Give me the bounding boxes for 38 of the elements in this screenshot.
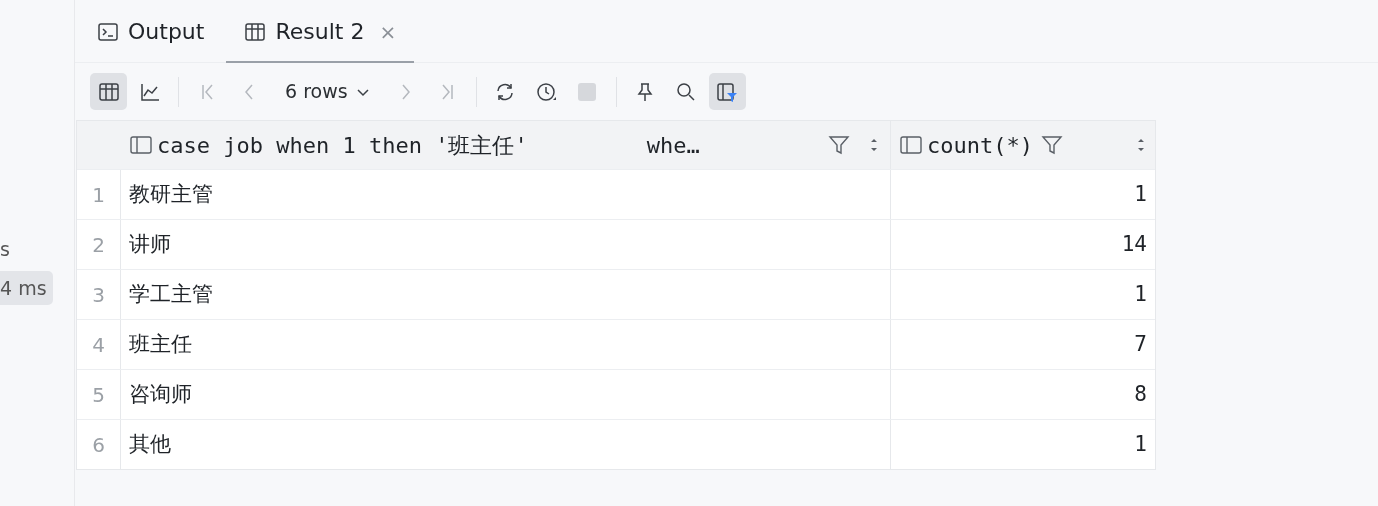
- column-icon: [129, 134, 153, 156]
- column-header[interactable]: case job when 1 then '班主任' whe…: [157, 128, 820, 162]
- clock-icon: [535, 80, 558, 103]
- rows-dropdown[interactable]: 6 rows: [271, 77, 384, 106]
- table-icon: [97, 80, 120, 103]
- tab[interactable]: Output: [93, 15, 209, 63]
- table-cell-text: 1: [1134, 430, 1147, 458]
- row-number: 3: [77, 270, 121, 319]
- filter-view-icon: [716, 80, 739, 103]
- table-cell-text: 咨询师: [129, 380, 192, 408]
- caret-icon: [355, 86, 370, 97]
- filter-icon[interactable]: [828, 134, 850, 156]
- table-cell-text: 1: [1134, 280, 1147, 308]
- table-cell-text: 8: [1134, 380, 1147, 408]
- row-number: 2: [77, 220, 121, 269]
- table-cell-text: 其他: [129, 430, 171, 458]
- tab[interactable]: Result 2 ×: [226, 15, 415, 63]
- stop-icon: [576, 80, 599, 103]
- table-cell-text: 学工主管: [129, 280, 213, 308]
- column-header[interactable]: count(*): [927, 128, 1033, 162]
- table-cell-text: 教研主管: [129, 180, 213, 208]
- table-cell-text: 14: [1121, 230, 1147, 258]
- table-cell-text: 讲师: [129, 230, 171, 258]
- status-text: s: [0, 238, 11, 261]
- toolbar-button[interactable]: [708, 73, 746, 110]
- row-number: 6: [77, 420, 121, 469]
- filter-icon[interactable]: [1040, 134, 1063, 156]
- column-icon: [899, 134, 923, 156]
- row-number: 4: [77, 320, 121, 369]
- table-icon: [244, 20, 267, 43]
- terminal-icon: [97, 20, 119, 43]
- duration-label: 4 ms: [0, 270, 53, 306]
- table-cell-text: 班主任: [129, 330, 192, 358]
- table-cell-text: 1: [1134, 180, 1147, 208]
- row-number: 1: [77, 170, 121, 219]
- row-number: 5: [77, 370, 121, 419]
- toolbar-button[interactable]: [90, 73, 127, 110]
- table-cell-text: 7: [1134, 330, 1147, 358]
